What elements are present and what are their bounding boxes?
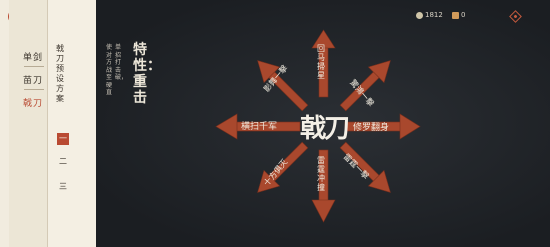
game-screen: ⇐ 单剑 苗刀 戟刀 戟刀预设方案 一 二 三 使对方战至硬直 单招打击破， 特… [0,0,550,247]
move-label-left: 横扫千军 [241,122,278,132]
arrow-up-left[interactable] [250,53,313,116]
move-label-right: 修罗翻身 [353,123,390,133]
move-label-down: 雷霆冲撞 [317,156,325,192]
move-label-up: 回马掃星 [317,44,325,80]
center-weapon-label: 戟刀 [300,114,350,144]
arrow-down-right[interactable] [335,137,398,200]
